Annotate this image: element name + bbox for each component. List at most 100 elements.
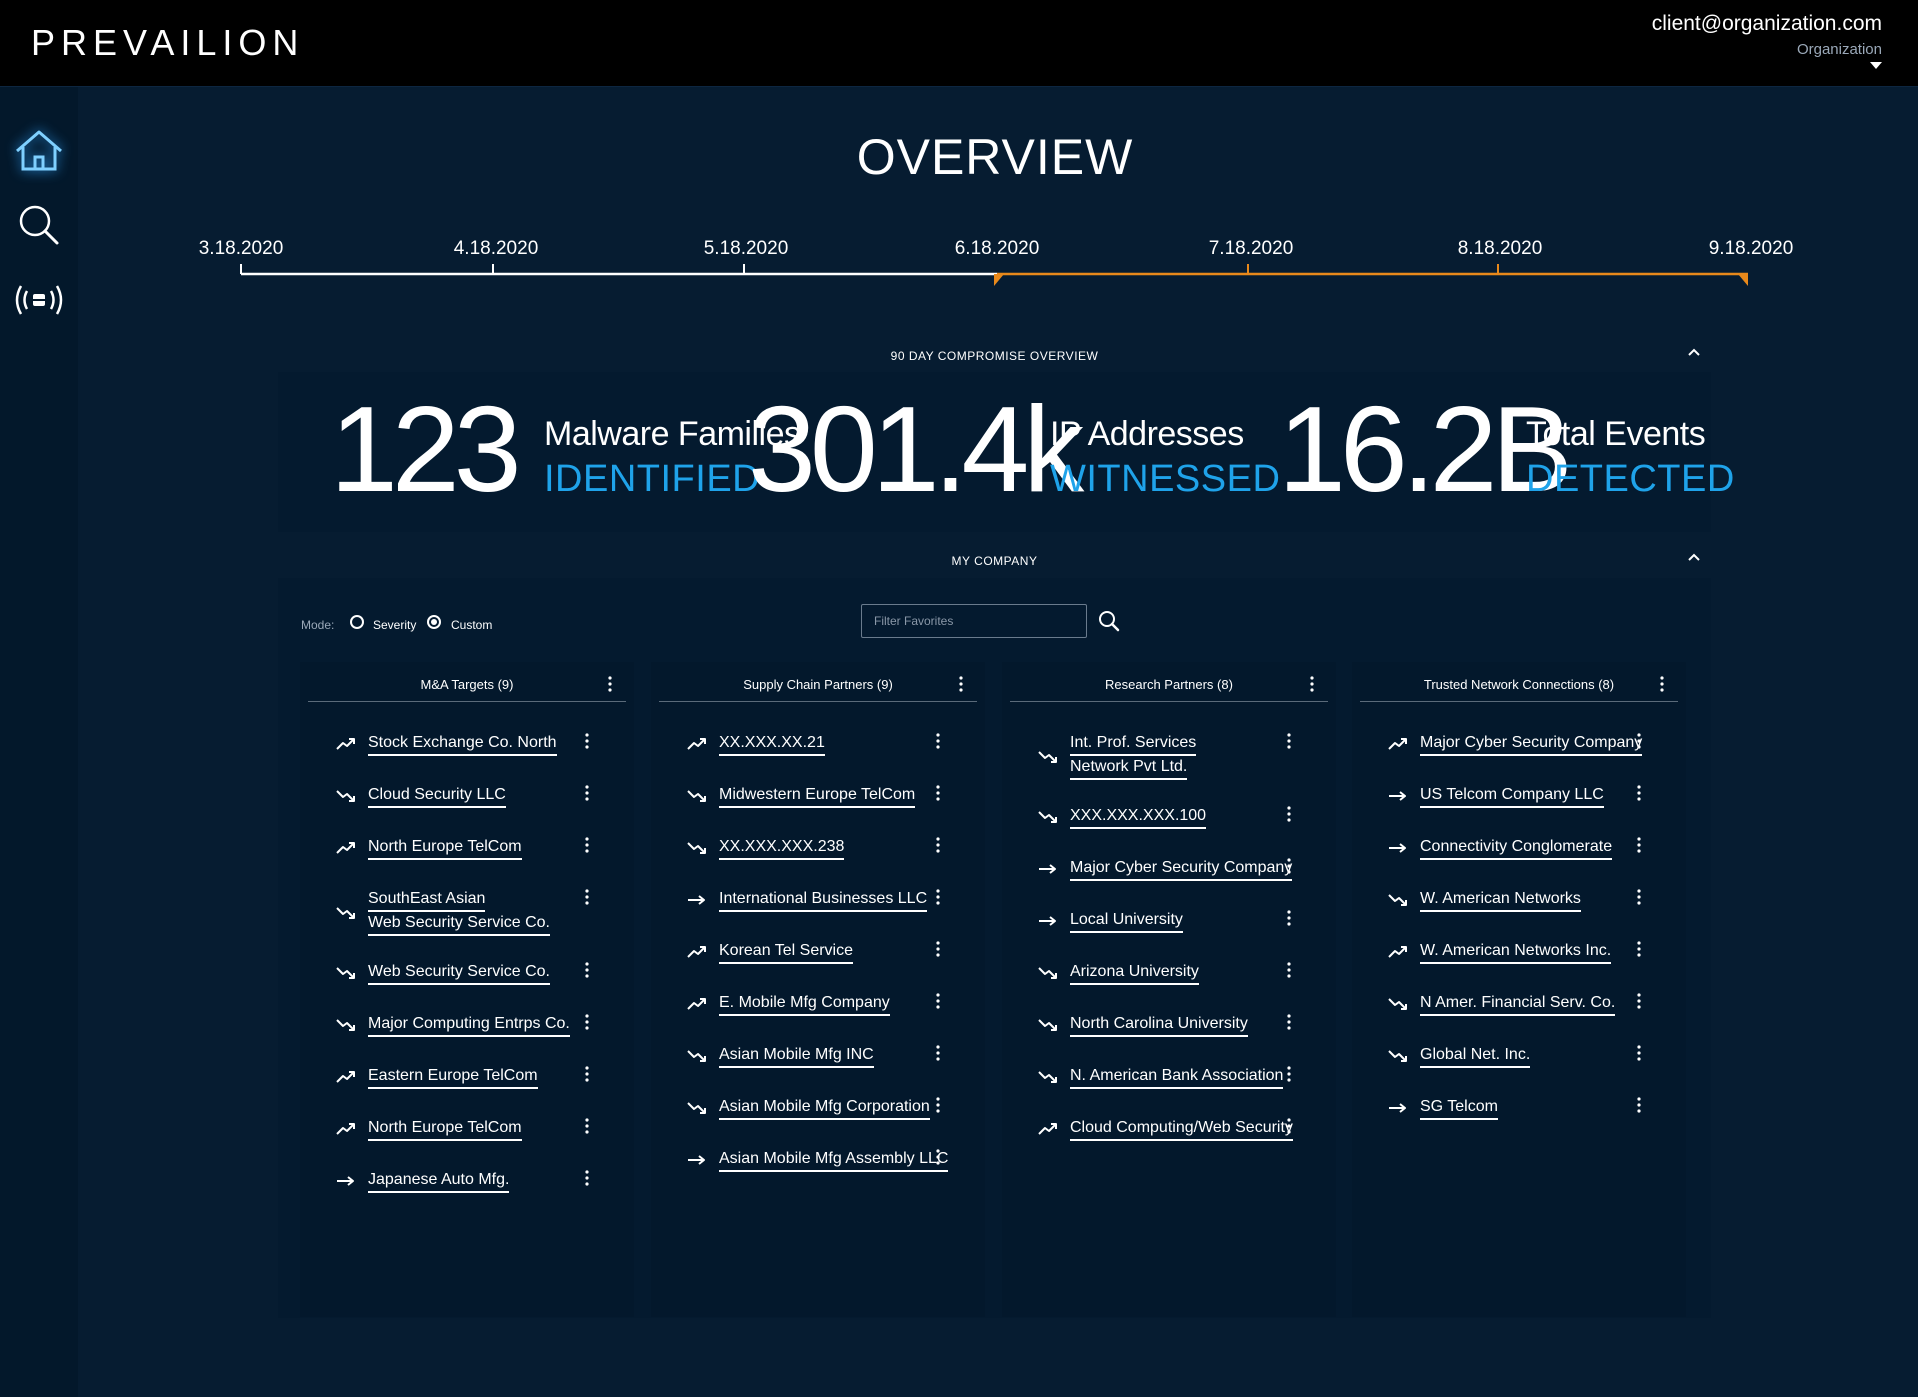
item-link[interactable]: North Europe TelCom xyxy=(368,1117,522,1142)
item-link[interactable]: W. American Networks Inc. xyxy=(1420,940,1612,965)
item-link[interactable]: Midwestern Europe TelCom xyxy=(719,784,916,809)
list-item[interactable]: N. American Bank Association xyxy=(1038,1065,1328,1090)
item-link[interactable]: Int. Prof. Services Network Pvt Ltd. xyxy=(1070,732,1197,781)
list-item[interactable]: North Europe TelCom xyxy=(336,836,626,860)
user-email[interactable]: client@organization.com xyxy=(1652,12,1882,36)
range-start-handle[interactable] xyxy=(994,274,1004,286)
item-link[interactable]: Asian Mobile Mfg Corporation xyxy=(719,1096,930,1121)
item-link[interactable]: Cloud Security LLC xyxy=(368,784,506,809)
more-vertical-icon[interactable] xyxy=(582,888,592,906)
more-vertical-icon[interactable] xyxy=(1284,961,1294,979)
item-link[interactable]: Stock Exchange Co. North xyxy=(368,732,557,757)
item-link[interactable]: Asian Mobile Mfg Assembly LLC xyxy=(719,1148,949,1173)
list-item[interactable]: SG Telcom xyxy=(1388,1096,1678,1121)
item-link[interactable]: E. Mobile Mfg Company xyxy=(719,992,890,1017)
more-vertical-icon[interactable] xyxy=(933,1096,943,1114)
item-link[interactable]: Eastern Europe TelCom xyxy=(368,1065,538,1090)
more-vertical-icon[interactable] xyxy=(582,732,592,750)
mode-severity-label[interactable]: Severity xyxy=(373,618,416,632)
list-item[interactable]: XXX.XXX.XXX.100 xyxy=(1038,805,1328,830)
list-item[interactable]: Korean Tel Service xyxy=(687,940,977,965)
more-vertical-icon[interactable] xyxy=(582,784,592,802)
more-vertical-icon[interactable] xyxy=(1634,784,1644,802)
more-vertical-icon[interactable] xyxy=(582,836,592,854)
user-organization[interactable]: Organization xyxy=(1797,41,1882,58)
more-vertical-icon[interactable] xyxy=(1634,836,1644,854)
more-vertical-icon[interactable] xyxy=(933,992,943,1010)
item-link[interactable]: Cloud Computing/Web Security xyxy=(1070,1117,1293,1142)
list-item[interactable]: Japanese Auto Mfg. xyxy=(336,1169,626,1194)
more-vertical-icon[interactable] xyxy=(933,1044,943,1062)
more-vertical-icon[interactable] xyxy=(933,836,943,854)
item-link[interactable]: Korean Tel Service xyxy=(719,940,853,965)
mode-custom-radio[interactable] xyxy=(427,615,441,629)
list-item[interactable]: Eastern Europe TelCom xyxy=(336,1065,626,1090)
more-vertical-icon[interactable] xyxy=(1634,888,1644,906)
more-vertical-icon[interactable] xyxy=(933,1148,943,1166)
list-item[interactable]: W. American Networks xyxy=(1388,888,1678,913)
list-item[interactable]: W. American Networks Inc. xyxy=(1388,940,1678,965)
mode-severity-radio[interactable] xyxy=(350,615,364,629)
more-vertical-icon[interactable] xyxy=(1284,1117,1294,1135)
more-vertical-icon[interactable] xyxy=(582,1013,592,1031)
item-link[interactable]: XXX.XXX.XXX.100 xyxy=(1070,805,1207,830)
item-link[interactable]: Arizona University xyxy=(1070,961,1199,986)
item-link[interactable]: SG Telcom xyxy=(1420,1096,1498,1121)
list-item[interactable]: Asian Mobile Mfg Corporation xyxy=(687,1096,977,1121)
more-vertical-icon[interactable] xyxy=(604,674,616,694)
more-vertical-icon[interactable] xyxy=(933,888,943,906)
item-link[interactable]: Global Net. Inc. xyxy=(1420,1044,1531,1069)
item-link[interactable]: Asian Mobile Mfg INC xyxy=(719,1044,874,1069)
list-item[interactable]: US Telcom Company LLC xyxy=(1388,784,1678,809)
more-vertical-icon[interactable] xyxy=(1634,940,1644,958)
chevron-up-icon[interactable] xyxy=(1687,346,1701,360)
more-vertical-icon[interactable] xyxy=(1284,1065,1294,1083)
list-item[interactable]: Cloud Computing/Web Security xyxy=(1038,1117,1328,1142)
mode-custom-label[interactable]: Custom xyxy=(451,618,492,632)
item-link[interactable]: XX.XXX.XX.21 xyxy=(719,732,825,757)
list-item[interactable]: Int. Prof. Services Network Pvt Ltd. xyxy=(1038,732,1328,780)
item-link[interactable]: International Businesses LLC xyxy=(719,888,928,913)
list-item[interactable]: E. Mobile Mfg Company xyxy=(687,992,977,1017)
more-vertical-icon[interactable] xyxy=(1284,857,1294,875)
more-vertical-icon[interactable] xyxy=(1306,674,1318,694)
list-item[interactable]: Web Security Service Co. xyxy=(336,961,626,986)
item-link[interactable]: US Telcom Company LLC xyxy=(1420,784,1604,809)
more-vertical-icon[interactable] xyxy=(1284,805,1294,823)
search-icon[interactable] xyxy=(1098,610,1120,632)
more-vertical-icon[interactable] xyxy=(1284,909,1294,927)
range-end-handle[interactable] xyxy=(1738,274,1748,286)
item-link[interactable]: Japanese Auto Mfg. xyxy=(368,1169,510,1194)
item-link[interactable]: Local University xyxy=(1070,909,1183,934)
more-vertical-icon[interactable] xyxy=(933,784,943,802)
chevron-down-icon[interactable] xyxy=(1870,62,1882,69)
chevron-up-icon[interactable] xyxy=(1687,551,1701,565)
more-vertical-icon[interactable] xyxy=(582,961,592,979)
list-item[interactable]: Asian Mobile Mfg INC xyxy=(687,1044,977,1069)
item-link[interactable]: N. American Bank Association xyxy=(1070,1065,1284,1090)
list-item[interactable]: Major Computing Entrps Co. xyxy=(336,1013,626,1037)
item-link[interactable]: XX.XXX.XXX.238 xyxy=(719,836,845,861)
more-vertical-icon[interactable] xyxy=(933,732,943,750)
list-item[interactable]: North Europe TelCom xyxy=(336,1117,626,1142)
item-link[interactable]: Major Cyber Security Company xyxy=(1420,732,1643,757)
list-item[interactable]: International Businesses LLC xyxy=(687,888,977,913)
item-link[interactable]: Web Security Service Co. xyxy=(368,961,550,986)
more-vertical-icon[interactable] xyxy=(1656,674,1668,694)
list-item[interactable]: Stock Exchange Co. North xyxy=(336,732,626,757)
list-item[interactable]: XX.XXX.XX.21 xyxy=(687,732,977,757)
item-link[interactable]: W. American Networks xyxy=(1420,888,1581,913)
timeline[interactable]: 3.18.2020 4.18.2020 5.18.2020 6.18.2020 … xyxy=(0,230,1918,290)
list-item[interactable]: Major Cyber Security Company xyxy=(1388,732,1678,757)
more-vertical-icon[interactable] xyxy=(582,1169,592,1187)
item-link[interactable]: Connectivity Conglomerate xyxy=(1420,836,1613,861)
list-item[interactable]: North Carolina University xyxy=(1038,1013,1328,1038)
item-link[interactable]: North Carolina University xyxy=(1070,1013,1248,1038)
list-item[interactable]: Arizona University xyxy=(1038,961,1328,986)
more-vertical-icon[interactable] xyxy=(582,1065,592,1083)
item-link[interactable]: Major Cyber Security Company xyxy=(1070,857,1293,882)
list-item[interactable]: Global Net. Inc. xyxy=(1388,1044,1678,1069)
list-item[interactable]: Midwestern Europe TelCom xyxy=(687,784,977,809)
list-item[interactable]: Asian Mobile Mfg Assembly LLC xyxy=(687,1148,977,1173)
list-item[interactable]: SouthEast Asian Web Security Service Co. xyxy=(336,888,626,936)
